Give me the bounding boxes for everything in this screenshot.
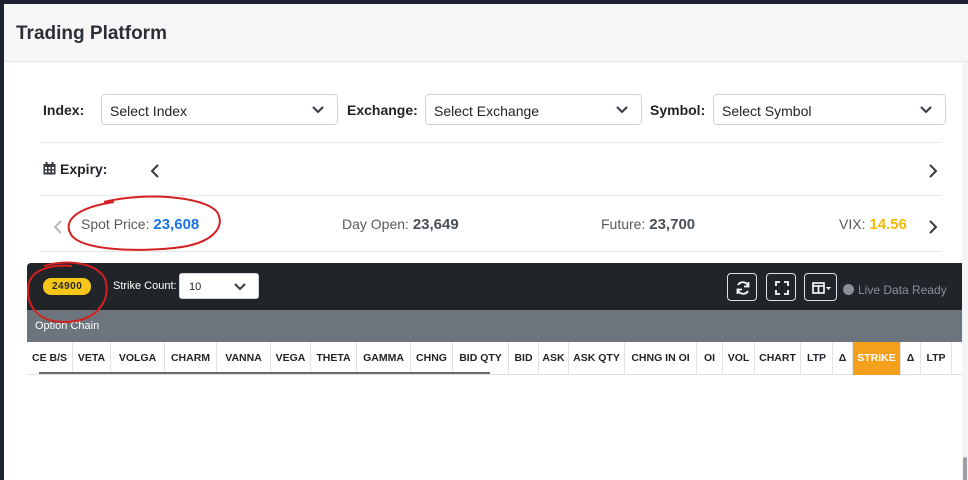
column-header[interactable]: THETA [311,342,357,375]
vix: VIX: 14.56 [839,216,907,233]
price-row: Spot Price: 23,608 Day Open: 23,649 Futu… [40,202,942,252]
chevron-left-icon[interactable] [149,163,161,179]
column-header[interactable]: VEGA [271,342,311,375]
option-chain-title: Option Chain [35,320,100,332]
index-select[interactable]: Select Index [101,94,338,125]
column-header[interactable]: CHART [755,342,801,375]
column-header[interactable]: BID QTY [453,342,509,375]
fullscreen-icon [775,281,789,295]
chevron-right-icon[interactable] [927,163,939,179]
vertical-scrollbar-thumb[interactable] [963,457,967,480]
future-label: Future: [601,216,646,232]
top-bar: Trading Platform [4,4,968,62]
day-open: Day Open: 23,649 [342,216,459,233]
column-header[interactable]: VETA [73,342,111,375]
future-value: 23,700 [649,216,696,233]
columns-menu-button[interactable] [804,273,837,301]
column-header[interactable]: BID [509,342,539,375]
symbol-select[interactable]: Select Symbol [713,94,946,125]
horizontal-scrollbar[interactable] [39,372,490,374]
strike-count-label: Strike Count: [113,280,177,292]
option-chain-toolbar: 24900 Strike Count: 10 Live Data Ready [27,263,968,310]
column-header[interactable]: CE B/S [27,342,73,375]
status-dot-icon [843,284,854,295]
column-header[interactable]: CHNG IN OI [625,342,697,375]
column-header[interactable]: STRIKE [853,342,901,375]
spot-price: Spot Price: 23,608 [81,216,199,233]
day-open-label: Day Open: [342,216,409,232]
vix-label: VIX: [839,216,866,232]
option-chain-header: Option Chain [27,310,968,342]
live-status: Live Data Ready [843,283,947,297]
column-header[interactable]: VOLGA [111,342,165,375]
future-price: Future: 23,700 [601,216,695,233]
strike-count-value: 10 [189,281,202,293]
column-header[interactable]: Δ [901,342,921,375]
spot-price-value: 23,608 [153,216,200,233]
column-header[interactable]: LTP [921,342,952,375]
column-header[interactable]: GAMMA [357,342,411,375]
column-header[interactable]: CHNG [411,342,453,375]
expiry-row: Expiry: [40,142,942,196]
filter-row: Index: Select Index Exchange: Select Exc… [43,94,948,126]
chevron-down-icon [616,106,628,114]
columns-icon [812,282,831,294]
strike-badge: 24900 [43,278,92,295]
vix-value: 14.56 [869,216,907,233]
column-header[interactable]: CHARM [165,342,217,375]
exchange-label: Exchange: [347,102,418,118]
column-header[interactable]: ASK [539,342,569,375]
column-header[interactable]: OI [697,342,723,375]
chevron-down-icon [920,106,932,114]
column-header[interactable]: Δ [833,342,853,375]
symbol-select-value: Select Symbol [722,103,812,119]
expiry-label: Expiry: [60,161,108,177]
exchange-select-value: Select Exchange [434,103,540,119]
refresh-button[interactable] [727,273,757,301]
column-header[interactable]: ASK QTY [569,342,625,375]
column-header[interactable]: VOL [723,342,755,375]
vertical-scrollbar[interactable] [962,62,968,480]
chevron-down-icon [312,106,324,114]
app-title: Trading Platform [16,23,167,44]
refresh-icon [736,281,750,295]
column-header[interactable]: VANNA [217,342,271,375]
column-header[interactable]: LTP [801,342,833,375]
app-window: Trading Platform Index: Select Index Exc… [4,4,968,480]
chevron-down-icon [234,283,246,291]
option-chain-table-header: CE B/S VETA VOLGA CHARM VANNA VEGA THETA GAMMA C… [27,342,968,375]
fullscreen-button[interactable] [766,273,796,301]
chevron-left-icon[interactable] [52,219,64,235]
strike-count-select[interactable]: 10 [179,273,259,299]
chevron-right-icon[interactable] [927,219,939,235]
spot-price-label: Spot Price: [81,216,150,232]
index-select-value: Select Index [110,103,188,119]
live-status-text: Live Data Ready [858,283,947,297]
day-open-value: 23,649 [412,216,459,233]
exchange-select[interactable]: Select Exchange [425,94,642,125]
index-label: Index: [43,102,85,118]
symbol-label: Symbol: [650,102,706,118]
calendar-icon [43,162,56,175]
expiry-label-wrap: Expiry: [43,161,107,177]
